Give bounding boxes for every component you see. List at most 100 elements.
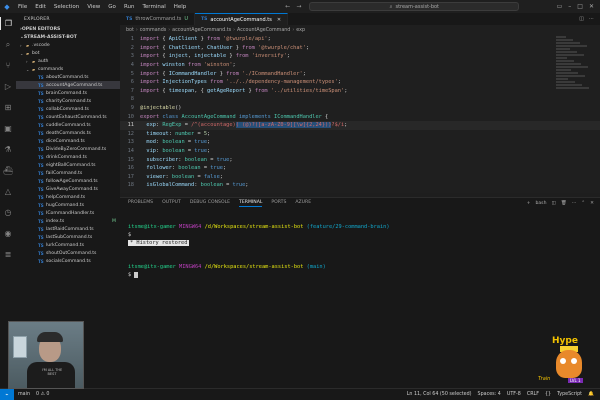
minimap[interactable] xyxy=(556,35,592,193)
panel-tab-terminal[interactable]: TERMINAL xyxy=(239,200,263,207)
menu-file[interactable]: File xyxy=(14,4,31,10)
testing-icon[interactable]: ⚗ xyxy=(0,143,16,156)
add-terminal-icon[interactable]: + xyxy=(527,201,531,206)
status-item[interactable]: TypeScript xyxy=(557,392,582,397)
database-icon[interactable]: ≣ xyxy=(0,248,16,261)
trash-icon[interactable]: 🗑 xyxy=(561,201,567,206)
file-item[interactable]: TS DivideByZeroCommand.ts xyxy=(16,145,120,153)
menu-terminal[interactable]: Terminal xyxy=(138,4,169,10)
breadcrumb-item[interactable]: exp xyxy=(296,28,305,33)
breadcrumb-item[interactable]: AccountAgeCommand xyxy=(237,28,290,33)
close-panel-icon[interactable]: ✕ xyxy=(590,201,594,206)
file-item[interactable]: TS helpCommand.ts xyxy=(16,193,120,201)
line-number: 15 xyxy=(127,156,134,163)
file-label: lastSubCommand.ts xyxy=(46,234,93,240)
terminal-input-line[interactable]: $ xyxy=(128,271,600,279)
docker-icon[interactable]: ⛴ xyxy=(0,164,16,177)
back-arrow-icon[interactable]: ← xyxy=(285,3,290,10)
file-item[interactable]: TS aboutCommand.ts xyxy=(16,73,120,81)
file-item[interactable]: TS lastRaidCommand.ts xyxy=(16,225,120,233)
run-debug-icon[interactable]: ▷ xyxy=(0,80,16,93)
panel-tab-azure[interactable]: AZURE xyxy=(295,200,311,207)
file-item[interactable]: TS diceCommand.ts xyxy=(16,137,120,145)
status-bar: ⌁ main 0 ⚠ 0 Ln 11, Col 64 (50 selected) S… xyxy=(0,388,600,400)
layout-icon[interactable]: ▭ xyxy=(557,3,563,10)
remote-indicator-icon[interactable]: ⌁ xyxy=(0,388,14,400)
azure-icon[interactable]: △ xyxy=(0,185,16,198)
menu-run[interactable]: Run xyxy=(120,4,139,10)
file-item[interactable]: TS drinkCommand.ts xyxy=(16,153,120,161)
split-editor-icon[interactable]: ◫ xyxy=(579,16,584,22)
search-view-icon[interactable]: ⌕ xyxy=(0,38,16,51)
file-item[interactable]: TS deathCommands.ts xyxy=(16,129,120,137)
github-icon[interactable]: ◉ xyxy=(0,227,16,240)
panel-tab-problems[interactable]: PROBLEMS xyxy=(128,200,153,207)
typescript-file-icon: TS xyxy=(38,74,44,80)
file-item[interactable]: TS hugCommand.ts xyxy=(16,201,120,209)
terminal[interactable]: itsme@itx-gamer MINGW64 /d/Workspaces/st… xyxy=(120,209,600,388)
folder-item[interactable]: ⌄ ▰ commands xyxy=(16,65,120,73)
file-item[interactable]: TS brainCommand.ts xyxy=(16,89,120,97)
file-item[interactable]: TS lurkCommand.ts xyxy=(16,241,120,249)
menu-selection[interactable]: Selection xyxy=(50,4,83,10)
source-control-icon[interactable]: ⑂ xyxy=(0,59,16,72)
file-item[interactable]: TS index.ts M xyxy=(16,217,120,225)
panel-tab-output[interactable]: OUTPUT xyxy=(162,200,181,207)
explorer-icon[interactable]: ❐ xyxy=(0,17,16,30)
editor-tab[interactable]: TS accountAgeCommand.ts ✕ xyxy=(195,13,289,25)
menu-go[interactable]: Go xyxy=(104,4,120,10)
file-item[interactable]: TS shoutOutCommand.ts xyxy=(16,249,120,257)
remote-explorer-icon[interactable]: ▣ xyxy=(0,122,16,135)
maximize-icon[interactable]: □ xyxy=(577,3,583,10)
code-editor[interactable]: 1 import { ApiClient } from '@twurple/api… xyxy=(120,35,600,193)
status-item[interactable]: Spaces: 4 xyxy=(478,392,501,397)
file-item[interactable]: TS lastSubCommand.ts xyxy=(16,233,120,241)
status-item[interactable]: 0 ⚠ 0 xyxy=(36,392,49,397)
file-item[interactable]: TS socialsCommand.ts xyxy=(16,257,120,265)
close-tab-icon[interactable]: ✕ xyxy=(277,17,281,23)
breadcrumb-item[interactable]: bot xyxy=(126,28,134,33)
more-icon[interactable]: ⋯ xyxy=(572,201,577,206)
minimize-icon[interactable]: – xyxy=(568,3,571,10)
panel-tab-debug-console[interactable]: DEBUG CONSOLE xyxy=(190,200,230,207)
timeline-icon[interactable]: ◷ xyxy=(0,206,16,219)
file-item[interactable]: TS charityCommand.ts xyxy=(16,97,120,105)
folder-item[interactable]: › ▰ auth xyxy=(16,57,120,65)
forward-arrow-icon[interactable]: → xyxy=(296,3,301,10)
file-item[interactable]: TS eightBallCommand.ts xyxy=(16,161,120,169)
status-item[interactable]: {} xyxy=(545,392,551,397)
file-item[interactable]: TS cuddleCommand.ts xyxy=(16,121,120,129)
command-center-search[interactable]: ⌕ stream-assist-bot xyxy=(309,2,520,11)
breadcrumb-item[interactable]: accountAgeCommand.ts xyxy=(172,28,231,33)
editor-tab[interactable]: TS throwCommand.ts U xyxy=(120,13,196,25)
shell-label[interactable]: bash xyxy=(535,201,546,206)
file-item[interactable]: TS accountAgeCommand.ts xyxy=(16,81,120,89)
panel-tab-ports[interactable]: PORTS xyxy=(271,200,286,207)
menu-edit[interactable]: Edit xyxy=(31,4,50,10)
status-item[interactable]: main xyxy=(18,392,30,397)
more-actions-icon[interactable]: ⋯ xyxy=(589,16,594,22)
project-section[interactable]: ⌄ STREAM-ASSIST-BOT xyxy=(16,33,120,41)
open-editors-section[interactable]: › OPEN EDITORS xyxy=(16,25,120,33)
status-item[interactable]: Ln 11, Col 64 (50 selected) xyxy=(407,392,472,397)
status-item[interactable]: CRLF xyxy=(527,392,539,397)
mascot-eye-right xyxy=(571,358,577,364)
close-window-icon[interactable]: ✕ xyxy=(589,3,594,10)
minimap-line xyxy=(556,54,584,56)
status-item[interactable]: UTF-8 xyxy=(507,392,521,397)
file-item[interactable]: TS ICommandHandler.ts xyxy=(16,209,120,217)
maximize-panel-icon[interactable]: ⌃ xyxy=(581,201,585,206)
file-item[interactable]: TS GiveAwayCommand.ts xyxy=(16,185,120,193)
file-item[interactable]: TS followAgeCommand.ts xyxy=(16,177,120,185)
menu-view[interactable]: View xyxy=(83,4,104,10)
file-item[interactable]: TS collabCommand.ts xyxy=(16,105,120,113)
file-item[interactable]: TS failCommand.ts xyxy=(16,169,120,177)
folder-item[interactable]: ⌄ ▰ bot xyxy=(16,49,120,57)
split-terminal-icon[interactable]: ◫ xyxy=(552,201,556,206)
breadcrumb-item[interactable]: commands xyxy=(140,28,166,33)
extensions-icon[interactable]: ⊞ xyxy=(0,101,16,114)
folder-item[interactable]: › ▰ .vscode xyxy=(16,41,120,49)
file-item[interactable]: TS countExhaustCommand.ts xyxy=(16,113,120,121)
notifications-bell-icon[interactable]: 🔔 xyxy=(588,392,594,397)
menu-help[interactable]: Help xyxy=(170,4,191,10)
